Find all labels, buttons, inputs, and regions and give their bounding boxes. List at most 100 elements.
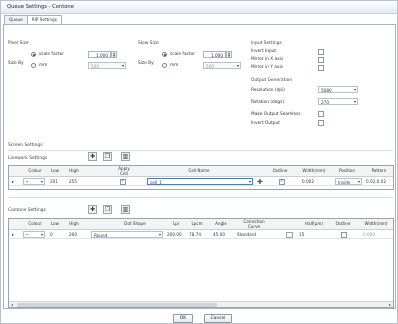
contone-lpcm[interactable]: 78.74: [189, 232, 201, 238]
slow-scale-radio[interactable]: [162, 52, 167, 57]
linework-high[interactable]: 255: [69, 179, 77, 185]
pixel-scale-input[interactable]: 1.000 ▲ ▼: [88, 51, 117, 58]
copy-contone-button[interactable]: ❐: [103, 205, 112, 214]
screen-settings-title: Screen Settings: [8, 143, 43, 148]
apply-cell-checkbox[interactable]: ✓: [120, 179, 126, 185]
table-row[interactable]: ▸ * ▾ 201 255 ✓ cell_1 ▾ ✚ ✓ 0.002 Inside ▾…: [9, 178, 393, 186]
chevron-down-icon: ▾: [40, 179, 43, 184]
plus-icon[interactable]: ✚: [257, 179, 263, 186]
col-dot-shape: Dot Shape: [124, 221, 146, 226]
pixel-mm-radio[interactable]: [31, 63, 36, 68]
copy-icon: ❐: [104, 153, 111, 160]
contone-colour-select[interactable]: * ▾: [23, 231, 45, 238]
output-generation-title: Output Generation: [251, 78, 293, 83]
resolution-label: Resolution (dpi): [251, 88, 285, 93]
contone-header: Colour Low High Dot Shape Lpi Lpcm Angle…: [9, 219, 393, 230]
contone-low[interactable]: 0: [50, 232, 53, 238]
col-half: Half(µm): [305, 221, 323, 226]
linework-low[interactable]: 201: [50, 179, 58, 185]
dot-shape-select[interactable]: Round ▾: [91, 231, 163, 238]
chevron-down-icon: ▾: [357, 179, 360, 184]
slow-scale-input[interactable]: 1.000 ▲ ▼: [203, 51, 232, 58]
pixel-mm-value: 500: [91, 64, 99, 69]
contone-outline-checkbox[interactable]: [341, 232, 347, 238]
dot-shape-value: Round: [94, 233, 108, 238]
resolution-value: 5080: [321, 88, 332, 93]
slow-size-title: Slow Size: [138, 41, 159, 46]
rotation-label: Rotation (degs): [251, 100, 285, 105]
pixel-mm-label: mm: [39, 63, 48, 68]
scroll-left-icon[interactable]: ◂: [11, 302, 13, 307]
col-lpcm: Lpcm: [191, 221, 203, 226]
chevron-down-icon: ▾: [121, 63, 124, 68]
mirror-x-checkbox[interactable]: [318, 57, 324, 63]
seamless-checkbox[interactable]: [318, 111, 324, 117]
chevron-down-icon: ▾: [248, 179, 251, 184]
resolution-select[interactable]: 5080 ▾: [318, 86, 358, 93]
linework-pattern[interactable]: 0.02,0.02: [366, 179, 386, 185]
rip-settings-panel: Pixel Size Size By scale factor mm 1.000…: [3, 24, 396, 309]
col-low: Low: [50, 221, 60, 226]
window-title: Queue Settings - Contone: [7, 4, 74, 10]
scroll-right-icon[interactable]: ▸: [389, 302, 391, 307]
add-linework-button[interactable]: ✚: [88, 152, 97, 161]
delete-linework-button[interactable]: ▥: [121, 152, 130, 161]
spin-arrows-icon[interactable]: ▲ ▼: [111, 51, 117, 58]
row-marker: ▸: [12, 232, 15, 237]
mirror-y-checkbox[interactable]: [318, 65, 324, 71]
col-width: Width(mm): [364, 221, 388, 226]
linework-colour-select[interactable]: * ▾: [23, 178, 45, 185]
invert-output-checkbox[interactable]: [318, 120, 324, 126]
linework-grid: Colour Low High Apply Cell Cell Name Out…: [8, 165, 394, 190]
cell-name-select[interactable]: cell_1 ▾: [147, 178, 253, 185]
contone-high[interactable]: 200: [69, 232, 77, 238]
invert-output-label: Invert Output: [251, 121, 280, 126]
chevron-down-icon: ▾: [353, 87, 356, 92]
contone-angle[interactable]: 45.00: [213, 232, 225, 238]
add-contone-button[interactable]: ✚: [88, 205, 97, 214]
slow-mm-radio[interactable]: [162, 63, 167, 68]
contone-curve[interactable]: Standard: [237, 232, 256, 238]
slow-scale-value: 1.000: [211, 53, 223, 58]
contone-title: Contone Settings: [8, 208, 46, 213]
col-cell-name: Cell Name: [188, 168, 210, 173]
spin-arrows-icon[interactable]: ▲ ▼: [226, 51, 232, 58]
input-settings-title: Input Settings: [251, 41, 282, 46]
invert-input-checkbox[interactable]: [318, 49, 324, 55]
linework-header: Colour Low High Apply Cell Cell Name Out…: [9, 166, 393, 177]
contone-lpi[interactable]: 200.00: [167, 232, 182, 238]
col-lpi: Lpi: [172, 221, 180, 226]
pixel-scale-radio[interactable]: [31, 52, 36, 57]
horizontal-scrollbar[interactable]: ◂ ▸: [9, 301, 393, 307]
tab-queue[interactable]: Queue: [4, 15, 28, 24]
delete-contone-button[interactable]: ▥: [121, 205, 130, 214]
contone-grid: Colour Low High Dot Shape Lpi Lpcm Angle…: [8, 218, 394, 308]
linework-width[interactable]: 0.002: [302, 179, 314, 185]
slow-mm-value: 500: [206, 64, 214, 69]
ok-button[interactable]: OK: [173, 314, 193, 323]
pixel-scale-label: scale factor: [39, 52, 65, 57]
col-pattern: Pattern: [371, 168, 387, 173]
queue-settings-window: Queue Settings - Contone Queue RIP Setti…: [0, 0, 398, 324]
col-colour: Colour: [28, 221, 42, 226]
rotation-select[interactable]: 270 ▾: [318, 98, 358, 105]
scroll-thumb[interactable]: [17, 303, 217, 307]
divider: [8, 150, 393, 151]
copy-linework-button[interactable]: ❐: [103, 152, 112, 161]
mirror-x-label: Mirror in X axis: [251, 57, 284, 62]
curve-icon[interactable]: [286, 232, 293, 238]
cancel-button[interactable]: Cancel: [204, 314, 232, 323]
pixel-size-by-label: Size By: [8, 61, 24, 66]
plus-icon: ✚: [89, 153, 96, 160]
title-bar: Queue Settings - Contone: [1, 1, 397, 14]
position-select[interactable]: Inside ▾: [335, 178, 362, 185]
position-value: Inside: [338, 180, 351, 185]
contone-half[interactable]: 15: [299, 232, 304, 238]
trash-icon: ▥: [122, 206, 129, 213]
chevron-down-icon: ▾: [236, 63, 239, 68]
linework-outline-checkbox[interactable]: ✓: [279, 179, 285, 185]
chevron-down-icon: ▾: [158, 232, 161, 237]
table-row[interactable]: ▸ * ▾ 0 200 Round ▾ 200.00 78.74 45.00 Sta…: [9, 231, 393, 239]
col-angle: Angle: [215, 221, 227, 226]
cell-name-value: cell_1: [150, 180, 162, 185]
